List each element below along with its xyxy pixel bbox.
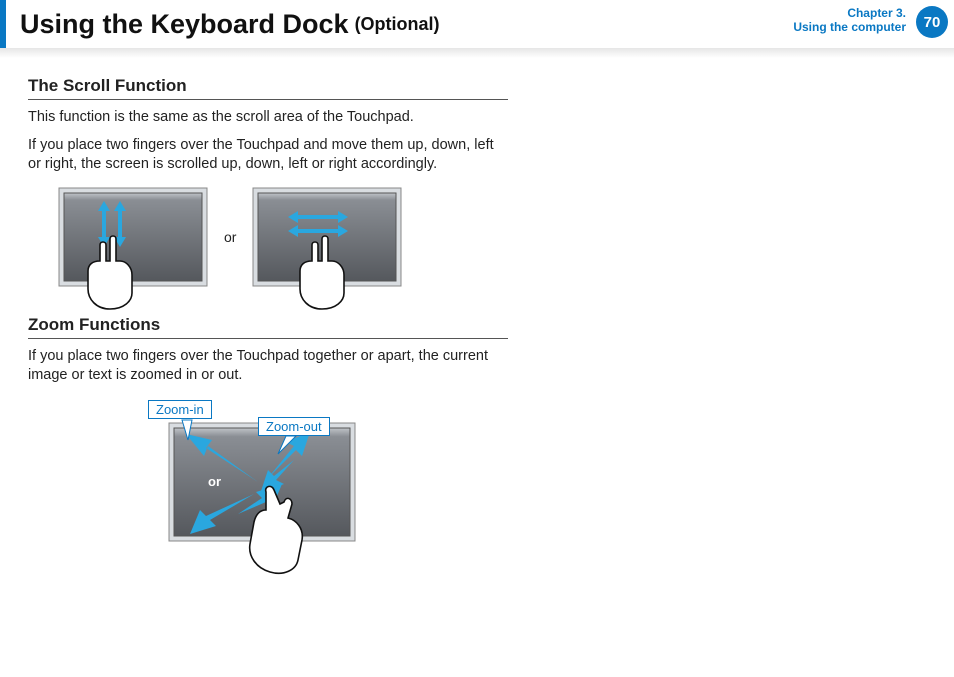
zoom-out-label: Zoom-out <box>258 417 330 436</box>
section-scroll-p1: This function is the same as the scroll … <box>28 108 508 128</box>
header-shadow <box>0 48 954 58</box>
content-column: The Scroll Function This function is the… <box>0 58 536 570</box>
touchpad-vertical-scroll-icon <box>58 187 208 287</box>
page-number-badge: 70 <box>916 6 948 38</box>
zoom-illustration: Zoom-in Zoom-out or <box>138 400 398 570</box>
section-scroll-title: The Scroll Function <box>28 76 508 100</box>
section-zoom-title: Zoom Functions <box>28 315 508 339</box>
page-title-optional: (Optional) <box>355 14 440 35</box>
chapter-info: Chapter 3. Using the computer <box>793 6 906 34</box>
page-title: Using the Keyboard Dock <box>20 9 349 40</box>
section-zoom-p1: If you place two fingers over the Touchp… <box>28 347 508 386</box>
zoom-or-text: or <box>208 474 221 489</box>
section-scroll-p2: If you place two fingers over the Touchp… <box>28 136 508 175</box>
chapter-line2: Using the computer <box>793 20 906 34</box>
scroll-or-text: or <box>224 229 236 245</box>
zoom-in-label: Zoom-in <box>148 400 212 419</box>
touchpad-horizontal-scroll-icon <box>252 187 402 287</box>
scroll-illustration-row: or <box>58 187 508 287</box>
chapter-line1: Chapter 3. <box>793 6 906 20</box>
page-number: 70 <box>924 14 941 31</box>
page-header: Using the Keyboard Dock (Optional) Chapt… <box>0 0 954 48</box>
